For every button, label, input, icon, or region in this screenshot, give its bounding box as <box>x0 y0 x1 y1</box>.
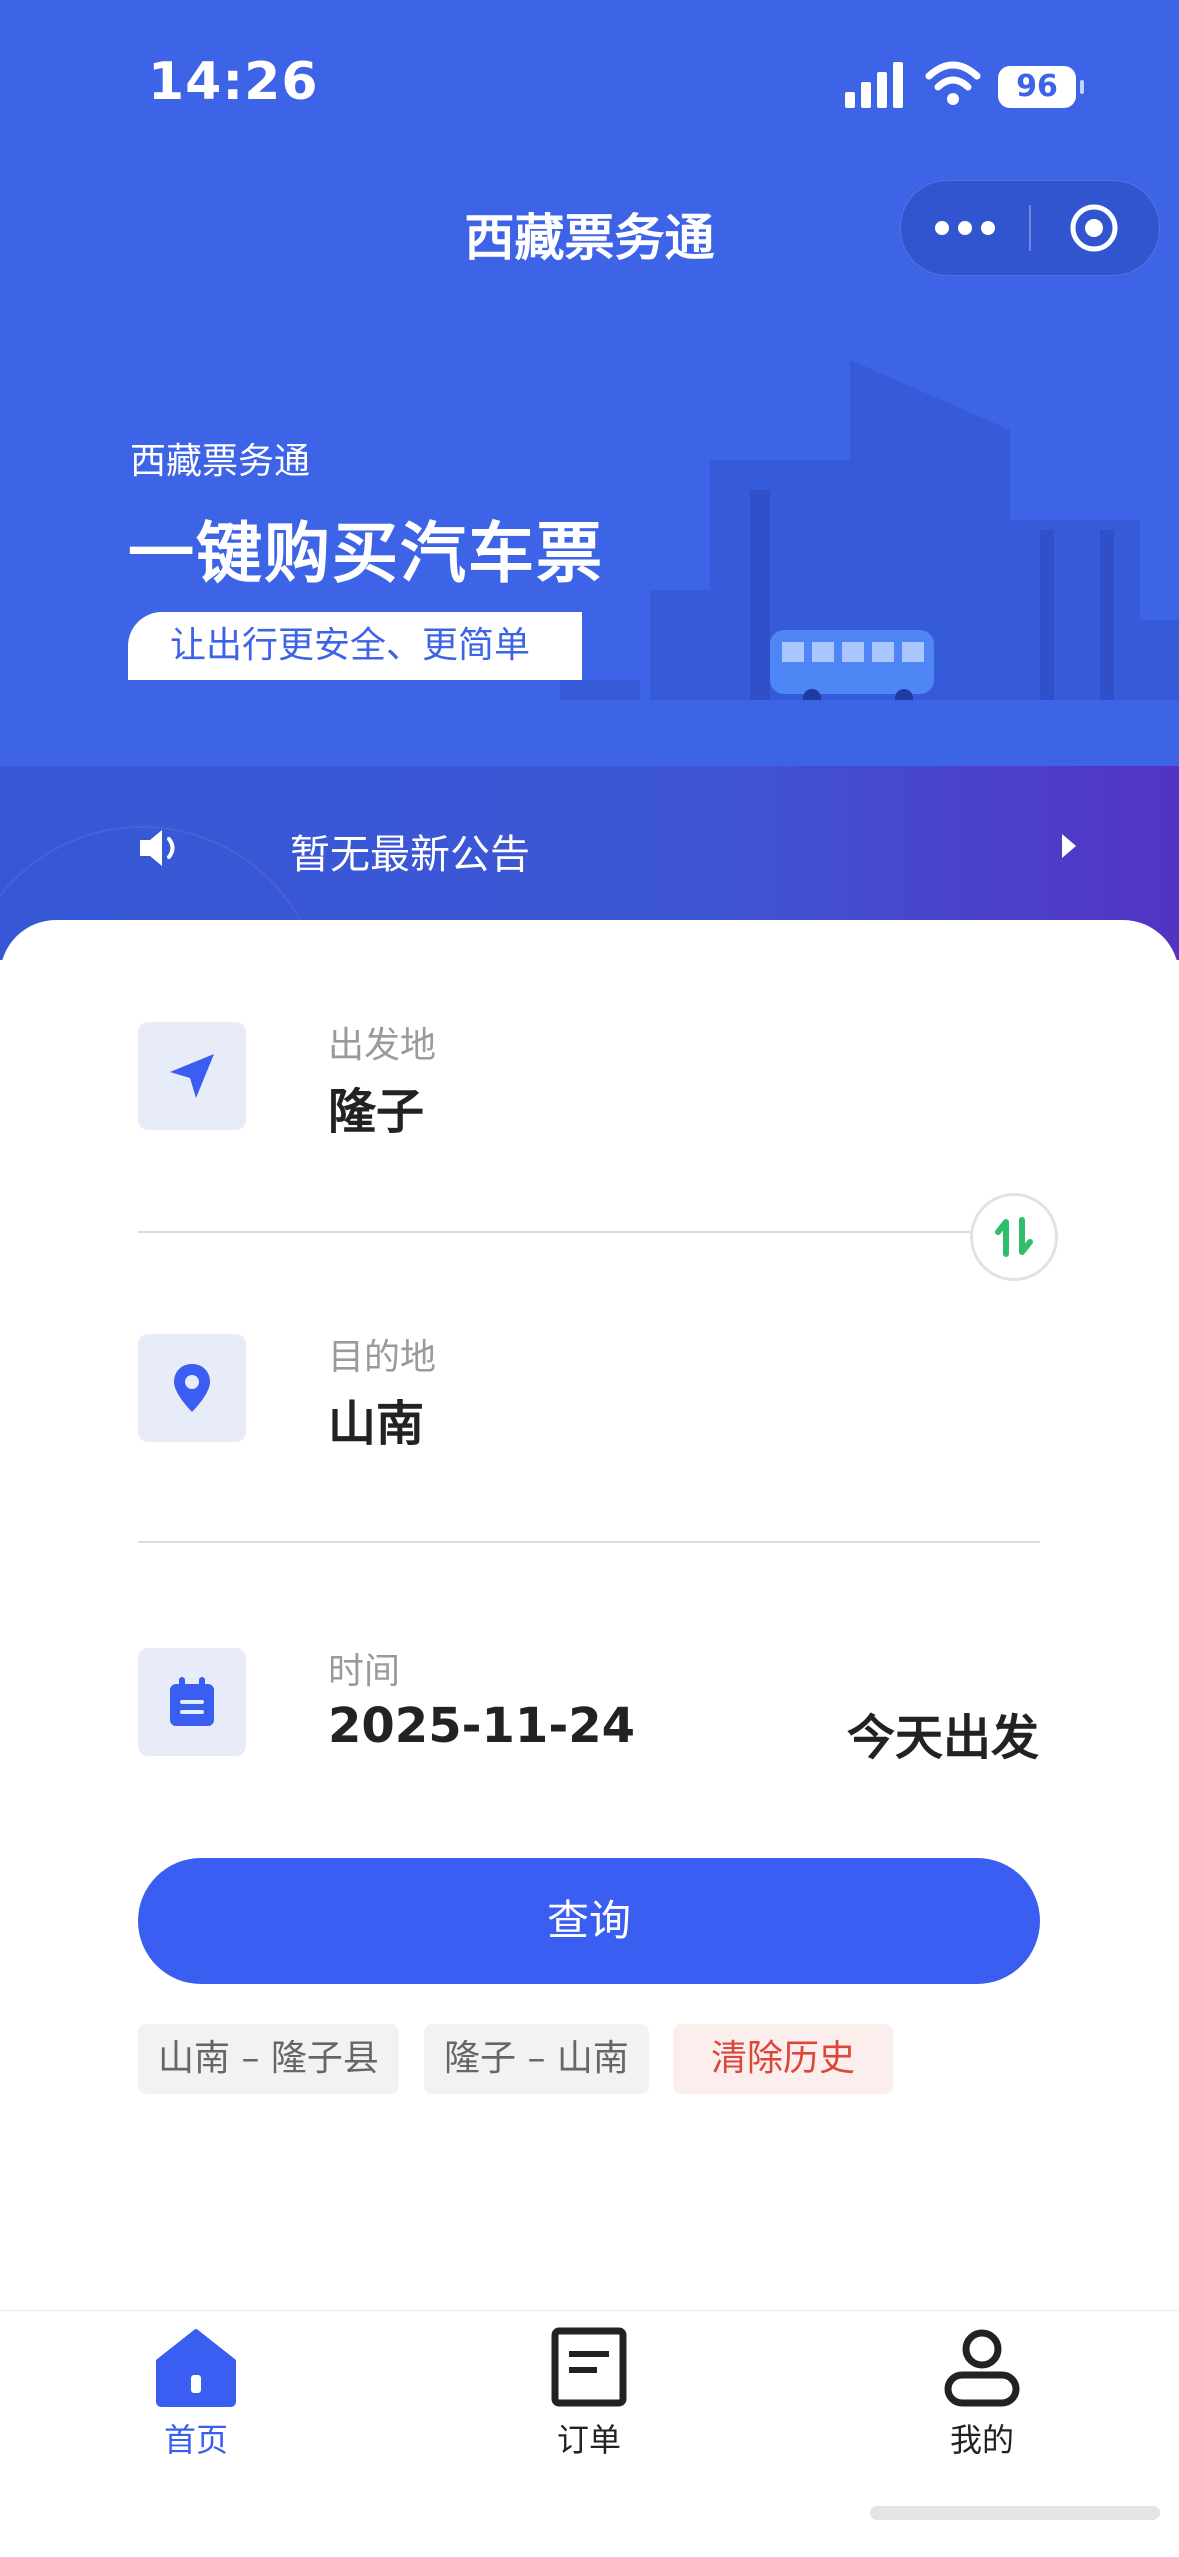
cellular-signal-icon <box>845 62 903 108</box>
clear-history-button[interactable]: 清除历史 <box>673 2024 894 2094</box>
more-dots-icon[interactable] <box>901 181 1029 275</box>
chevron-right-icon <box>1062 834 1076 858</box>
departure-divider <box>138 1231 970 1233</box>
date-field[interactable]: 2025-11-24 <box>328 1698 635 1754</box>
order-icon <box>551 2327 627 2407</box>
destination-label: 目的地 <box>328 1337 437 1378</box>
capsule-divider <box>1029 205 1031 251</box>
city-illustration <box>560 360 1179 700</box>
destination-field[interactable]: 山南 <box>328 1384 424 1454</box>
user-icon <box>944 2329 1020 2407</box>
tab-orders[interactable]: 订单 <box>489 2325 689 2461</box>
tab-home[interactable]: 首页 <box>96 2325 296 2461</box>
destination-divider <box>138 1541 1040 1543</box>
banner-subtitle: 西藏票务通 <box>130 441 311 482</box>
home-icon <box>156 2329 236 2407</box>
banner-title: 一键购买汽车票 <box>128 515 604 592</box>
battery-indicator: 96 <box>998 66 1084 108</box>
history-chip[interactable]: 山南 – 隆子县 <box>138 2024 399 2094</box>
calendar-icon <box>170 1677 214 1726</box>
notice-text: 暂无最新公告 <box>290 832 530 878</box>
navigation-arrow-icon <box>170 1054 214 1098</box>
date-hint: 今天出发 <box>846 1710 1039 1766</box>
target-icon[interactable] <box>1069 203 1119 253</box>
destination-icon-box <box>138 1334 246 1442</box>
departure-icon-box <box>138 1022 246 1130</box>
banner-slogan-pill: 让出行更安全、更简单 <box>128 612 582 680</box>
swap-arrows-icon <box>995 1217 1033 1257</box>
speaker-icon <box>140 830 175 866</box>
history-chip[interactable]: 隆子 – 山南 <box>424 2024 649 2094</box>
banner-slogan: 让出行更安全、更简单 <box>170 625 531 666</box>
status-time: 14:26 <box>148 52 319 112</box>
date-label: 时间 <box>328 1651 401 1692</box>
tab-mine[interactable]: 我的 <box>882 2325 1082 2461</box>
departure-label: 出发地 <box>328 1025 437 1066</box>
tab-orders-label: 订单 <box>556 2421 621 2459</box>
departure-field[interactable]: 隆子 <box>328 1072 424 1142</box>
home-indicator <box>870 2506 1160 2520</box>
mini-program-capsule <box>900 180 1160 276</box>
search-card <box>0 920 1179 2320</box>
location-pin-icon <box>174 1364 210 1412</box>
swap-button[interactable] <box>970 1193 1058 1281</box>
date-icon-box <box>138 1648 246 1756</box>
tab-home-label: 首页 <box>163 2421 228 2459</box>
tab-mine-label: 我的 <box>949 2421 1014 2459</box>
status-bar: 14:26 96 <box>0 0 1179 170</box>
query-button[interactable]: 查询 <box>138 1858 1040 1984</box>
wifi-icon <box>925 61 981 105</box>
